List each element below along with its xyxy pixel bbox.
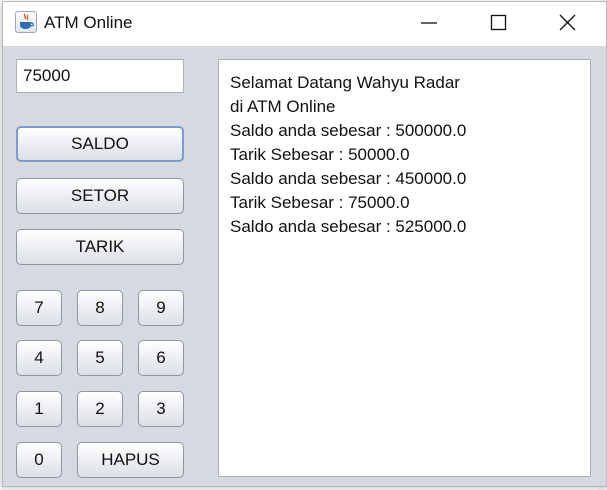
- output-line: Tarik Sebesar : 75000.0: [230, 193, 410, 212]
- maximize-button[interactable]: [475, 2, 521, 46]
- window-title: ATM Online: [44, 13, 133, 32]
- output-line: Saldo anda sebesar : 500000.0: [230, 121, 467, 140]
- atm-window: ATM Online 75000 SALDO SETOR TARIK 7 8 9: [3, 2, 606, 486]
- saldo-button[interactable]: SALDO: [16, 126, 184, 162]
- output-text-area[interactable]: Selamat Datang Wahyu Radar di ATM Online…: [218, 59, 591, 477]
- maximize-icon: [490, 14, 507, 31]
- key-5-button[interactable]: 5: [77, 340, 123, 376]
- output-line: di ATM Online: [230, 97, 336, 116]
- hapus-button[interactable]: HAPUS: [77, 442, 184, 478]
- output-line: Saldo anda sebesar : 450000.0: [230, 169, 467, 188]
- content-pane: 75000 SALDO SETOR TARIK 7 8 9 4 5 6 1 2 …: [3, 46, 606, 486]
- output-line: Tarik Sebesar : 50000.0: [230, 145, 410, 164]
- output-line: Selamat Datang Wahyu Radar: [230, 73, 460, 92]
- close-icon: [559, 14, 576, 31]
- key-2-button[interactable]: 2: [77, 391, 123, 427]
- minimize-button[interactable]: [406, 2, 452, 46]
- output-line: Saldo anda sebesar : 525000.0: [230, 217, 467, 236]
- key-8-button[interactable]: 8: [77, 290, 123, 326]
- setor-button[interactable]: SETOR: [16, 178, 184, 214]
- key-4-button[interactable]: 4: [16, 340, 62, 376]
- key-1-button[interactable]: 1: [16, 391, 62, 427]
- minimize-icon: [421, 22, 437, 24]
- key-9-button[interactable]: 9: [138, 290, 184, 326]
- close-button[interactable]: [544, 2, 590, 46]
- title-bar[interactable]: ATM Online: [3, 2, 606, 46]
- java-coffee-cup-icon[interactable]: [15, 11, 37, 33]
- key-6-button[interactable]: 6: [138, 340, 184, 376]
- amount-input[interactable]: 75000: [16, 59, 184, 93]
- tarik-button[interactable]: TARIK: [16, 229, 184, 265]
- key-7-button[interactable]: 7: [16, 290, 62, 326]
- key-0-button[interactable]: 0: [16, 442, 62, 478]
- key-3-button[interactable]: 3: [138, 391, 184, 427]
